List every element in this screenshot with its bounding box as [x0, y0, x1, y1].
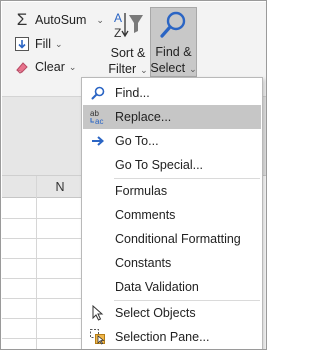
clear-label: Clear [35, 60, 65, 74]
find-select-label-2: Select ⌄ [150, 61, 197, 75]
sort-filter-label-1: Sort & [110, 46, 146, 60]
grid-line [2, 218, 82, 219]
search-icon [85, 81, 111, 105]
svg-text:Z: Z [114, 26, 121, 40]
fill-label: Fill [35, 37, 51, 51]
autosum-button[interactable]: Σ AutoSum ⌄ [13, 10, 104, 30]
menu-item-constants[interactable]: Constants [83, 251, 261, 275]
autosum-label: AutoSum [35, 13, 87, 27]
menu-item-label: Conditional Formatting [115, 232, 241, 246]
find-select-menu: Find... ab ac Replace... Go To... Go To … [81, 77, 263, 349]
menu-item-replace[interactable]: ab ac Replace... [83, 105, 261, 129]
menu-item-go-to-special[interactable]: Go To Special... [83, 153, 261, 177]
menu-item-label: Go To Special... [115, 158, 204, 172]
menu-item-label: Selection Pane... [115, 330, 210, 344]
grid-line [2, 258, 82, 259]
menu-item-go-to[interactable]: Go To... [83, 129, 261, 153]
chevron-down-icon: ⌄ [68, 61, 77, 72]
clear-button[interactable]: Clear ⌄ [13, 57, 76, 77]
replace-icon: ab ac [85, 105, 111, 129]
menu-item-data-validation[interactable]: Data Validation [83, 275, 261, 299]
arrow-right-icon [85, 129, 111, 153]
grid-line [2, 338, 82, 339]
fill-down-icon [13, 35, 31, 53]
grid-line [2, 278, 82, 279]
menu-item-label: Replace... [115, 110, 172, 124]
menu-item-label: Comments [115, 208, 176, 222]
menu-item-comments[interactable]: Comments [83, 203, 261, 227]
menu-item-label: Constants [115, 256, 172, 270]
sort-filter-label-2: Filter ⌄ [108, 62, 148, 76]
fill-button[interactable]: Fill ⌄ [13, 34, 63, 54]
magnifier-icon [159, 10, 189, 44]
menu-item-label: Data Validation [115, 280, 199, 294]
svg-text:A: A [114, 11, 122, 25]
sort-filter-icon: A Z [112, 9, 144, 45]
window-frame: Σ AutoSum ⌄ Fill ⌄ Clear ⌄ A Z Sort & Fi… [0, 0, 267, 350]
grid-line [2, 238, 82, 239]
find-select-label-1: Find & [155, 45, 192, 59]
chevron-down-icon: ⌄ [189, 64, 197, 74]
column-header-label: N [55, 179, 65, 194]
menu-item-conditional-formatting[interactable]: Conditional Formatting [83, 227, 261, 251]
svg-text:ac: ac [95, 117, 103, 126]
menu-item-formulas[interactable]: Formulas [83, 179, 261, 203]
grid-line [2, 318, 82, 319]
grid-line [36, 176, 37, 349]
chevron-down-icon: ⌄ [54, 38, 63, 49]
menu-item-select-objects[interactable]: Select Objects [83, 301, 261, 325]
chevron-down-icon: ⌄ [96, 14, 104, 25]
eraser-icon [13, 58, 31, 76]
menu-item-label: Find... [115, 86, 150, 100]
column-header-n[interactable]: N [37, 176, 83, 198]
grid-line [2, 298, 82, 299]
menu-item-label: Go To... [115, 134, 159, 148]
sort-filter-button[interactable]: A Z Sort & Filter ⌄ [107, 7, 149, 81]
menu-item-find[interactable]: Find... [83, 81, 261, 105]
sigma-icon: Σ [16, 10, 28, 29]
selection-pane-icon [85, 325, 111, 349]
column-header-prev[interactable] [2, 176, 36, 198]
menu-item-selection-pane[interactable]: Selection Pane... [83, 325, 261, 349]
menu-item-label: Select Objects [115, 306, 196, 320]
select-objects-icon [85, 301, 111, 325]
find-select-button[interactable]: Find & Select ⌄ [150, 7, 197, 77]
menu-item-label: Formulas [115, 184, 168, 198]
chevron-down-icon: ⌄ [140, 65, 148, 75]
